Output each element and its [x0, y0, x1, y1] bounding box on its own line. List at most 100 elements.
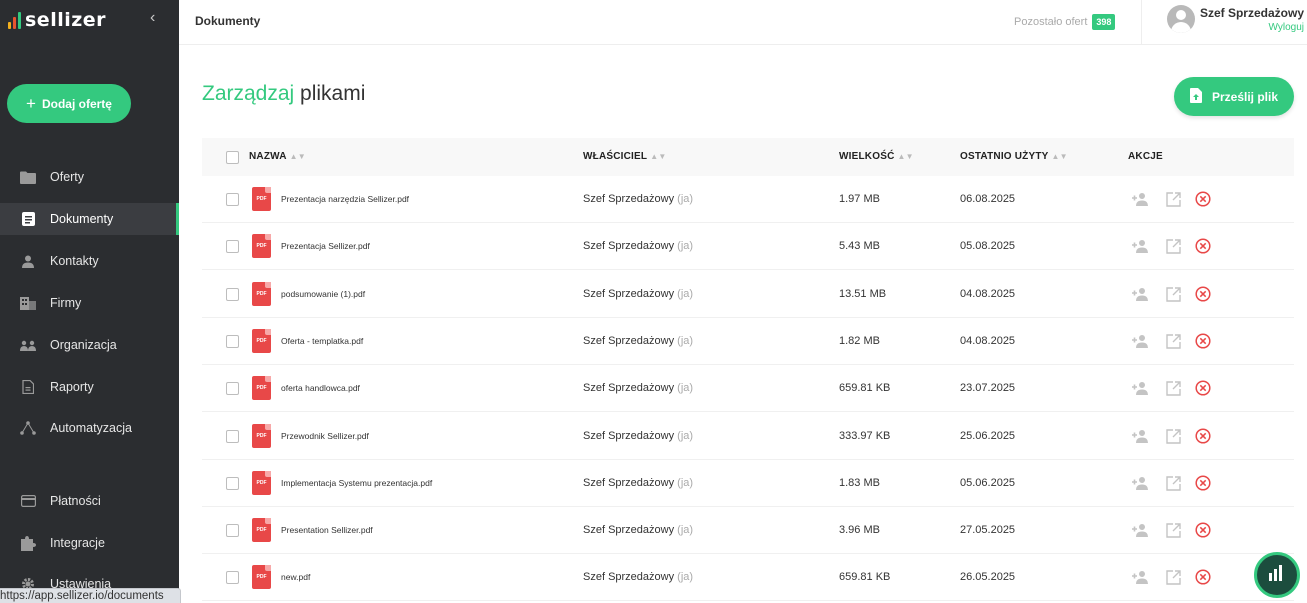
delete-icon[interactable] [1193, 189, 1213, 209]
row-checkbox[interactable] [226, 430, 239, 443]
file-owner: Szef Sprzedażowy (ja) [583, 193, 694, 205]
row-checkbox[interactable] [226, 240, 239, 253]
column-header-last-used[interactable]: OSTATNIO UŻYTY ▲▼ [960, 151, 1068, 162]
share-user-icon[interactable] [1130, 189, 1150, 209]
share-user-icon[interactable] [1130, 236, 1150, 256]
file-name[interactable]: Oferta - templatka.pdf [281, 336, 363, 346]
table-row[interactable]: PDF Przewodnik Sellizer.pdf Szef Sprzedażo… [202, 413, 1294, 460]
table-row[interactable]: PDF Prezentacja Sellizer.pdf Szef Sprzedaż… [202, 223, 1294, 270]
table-row[interactable]: PDF podsumowanie (1).pdf Szef Sprzedażowy … [202, 271, 1294, 318]
sidebar-item-firmy[interactable]: Firmy [0, 287, 179, 319]
add-offer-label: Dodaj ofertę [41, 96, 112, 111]
column-header-name[interactable]: NAZWA ▲▼ [249, 151, 306, 162]
file-owner: Szef Sprzedażowy (ja) [583, 477, 694, 489]
sidebar-item-automatyzacja[interactable]: Automatyzacja [0, 412, 179, 444]
share-user-icon[interactable] [1130, 378, 1150, 398]
delete-icon[interactable] [1193, 567, 1213, 587]
sidebar-item-label: Dokumenty [50, 212, 114, 226]
share-user-icon[interactable] [1130, 284, 1150, 304]
file-name[interactable]: oferta handlowca.pdf [281, 383, 360, 393]
add-offer-button[interactable]: + Dodaj ofertę [7, 84, 131, 123]
table-row[interactable]: PDF oferta handlowca.pdf Szef Sprzedażowy … [202, 365, 1294, 412]
file-name[interactable]: podsumowanie (1).pdf [281, 289, 365, 299]
sidebar-item-dokumenty[interactable]: Dokumenty [0, 203, 179, 235]
offers-left-badge: 398 [1092, 14, 1116, 30]
avatar[interactable] [1167, 5, 1195, 33]
row-checkbox[interactable] [226, 335, 239, 348]
file-last-used: 05.06.2025 [960, 477, 1016, 489]
table-row[interactable]: PDF Oferta - templatka.pdf Szef Sprzedażow… [202, 318, 1294, 365]
sidebar-item-label: Integracje [50, 536, 105, 550]
table-row[interactable]: PDF new.pdf Szef Sprzedażowy (ja) 659.81 KB… [202, 554, 1294, 601]
column-header-owner[interactable]: WŁAŚCICIEL ▲▼ [583, 151, 666, 162]
row-checkbox[interactable] [226, 571, 239, 584]
sidebar-item-oferty[interactable]: Oferty [0, 161, 179, 193]
sidebar-item-integracje[interactable]: Integracje [0, 527, 179, 559]
pdf-file-icon: PDF [252, 376, 271, 400]
delete-icon[interactable] [1193, 236, 1213, 256]
file-name[interactable]: new.pdf [281, 572, 310, 582]
delete-icon[interactable] [1193, 520, 1213, 540]
select-all-checkbox[interactable] [226, 151, 239, 164]
open-external-icon[interactable] [1163, 567, 1183, 587]
file-owner: Szef Sprzedażowy (ja) [583, 571, 694, 583]
row-checkbox[interactable] [226, 288, 239, 301]
share-user-icon[interactable] [1130, 331, 1150, 351]
file-owner: Szef Sprzedażowy (ja) [583, 430, 694, 442]
open-external-icon[interactable] [1163, 473, 1183, 493]
sidebar-item-platnosci[interactable]: Płatności [0, 485, 179, 517]
row-checkbox[interactable] [226, 193, 239, 206]
sidebar-item-kontakty[interactable]: Kontakty [0, 245, 179, 277]
file-name[interactable]: Przewodnik Sellizer.pdf [281, 431, 369, 441]
table-header: NAZWA ▲▼ WŁAŚCICIEL ▲▼ WIELKOŚĆ ▲▼ OSTATNIO… [202, 138, 1294, 176]
chat-button[interactable] [1254, 552, 1300, 598]
sidebar-item-raporty[interactable]: Raporty [0, 371, 179, 403]
share-user-icon[interactable] [1130, 567, 1150, 587]
open-external-icon[interactable] [1163, 236, 1183, 256]
open-external-icon[interactable] [1163, 284, 1183, 304]
table-row[interactable]: PDF Presentation Sellizer.pdf Szef Sprzeda… [202, 507, 1294, 554]
pdf-file-icon: PDF [252, 234, 271, 258]
upload-file-button[interactable]: Prześlij plik [1174, 77, 1294, 116]
row-checkbox[interactable] [226, 382, 239, 395]
offers-left: Pozostało ofert 398 [1014, 14, 1116, 30]
sidebar-item-label: Automatyzacja [50, 421, 132, 435]
file-name[interactable]: Presentation Sellizer.pdf [281, 525, 373, 535]
offers-left-label: Pozostało ofert [1014, 16, 1088, 28]
open-external-icon[interactable] [1163, 189, 1183, 209]
credit-card-icon [20, 494, 36, 508]
column-header-size[interactable]: WIELKOŚĆ ▲▼ [839, 151, 914, 162]
share-user-icon[interactable] [1130, 520, 1150, 540]
row-checkbox[interactable] [226, 477, 239, 490]
sort-icon: ▲▼ [1051, 152, 1068, 161]
share-user-icon[interactable] [1130, 473, 1150, 493]
open-external-icon[interactable] [1163, 426, 1183, 446]
logout-link[interactable]: Wyloguj [1269, 22, 1304, 33]
file-last-used: 27.05.2025 [960, 524, 1016, 536]
file-size: 1.83 MB [839, 477, 880, 489]
user-name: Szef Sprzedażowy [1199, 6, 1304, 20]
delete-icon[interactable] [1193, 378, 1213, 398]
delete-icon[interactable] [1193, 426, 1213, 446]
header: Dokumenty Pozostało ofert 398 Szef Sprze… [179, 0, 1307, 45]
open-external-icon[interactable] [1163, 378, 1183, 398]
row-checkbox[interactable] [226, 524, 239, 537]
logo[interactable]: sellizer [8, 8, 106, 32]
sidebar: sellizer ‹ + Dodaj ofertę Oferty Dokumen… [0, 0, 179, 603]
pdf-file-icon: PDF [252, 565, 271, 589]
delete-icon[interactable] [1193, 331, 1213, 351]
chat-bars-icon [1268, 564, 1286, 586]
file-name[interactable]: Prezentacja narzędzia Sellizer.pdf [281, 194, 409, 204]
file-size: 3.96 MB [839, 524, 880, 536]
collapse-sidebar-icon[interactable]: ‹ [150, 9, 155, 27]
sidebar-item-organizacja[interactable]: Organizacja [0, 329, 179, 361]
file-name[interactable]: Implementacja Systemu prezentacja.pdf [281, 478, 432, 488]
delete-icon[interactable] [1193, 473, 1213, 493]
file-name[interactable]: Prezentacja Sellizer.pdf [281, 241, 370, 251]
open-external-icon[interactable] [1163, 331, 1183, 351]
share-user-icon[interactable] [1130, 426, 1150, 446]
open-external-icon[interactable] [1163, 520, 1183, 540]
delete-icon[interactable] [1193, 284, 1213, 304]
table-row[interactable]: PDF Implementacja Systemu prezentacja.pdf… [202, 460, 1294, 507]
table-row[interactable]: PDF Prezentacja narzędzia Sellizer.pdf Sze… [202, 176, 1294, 223]
